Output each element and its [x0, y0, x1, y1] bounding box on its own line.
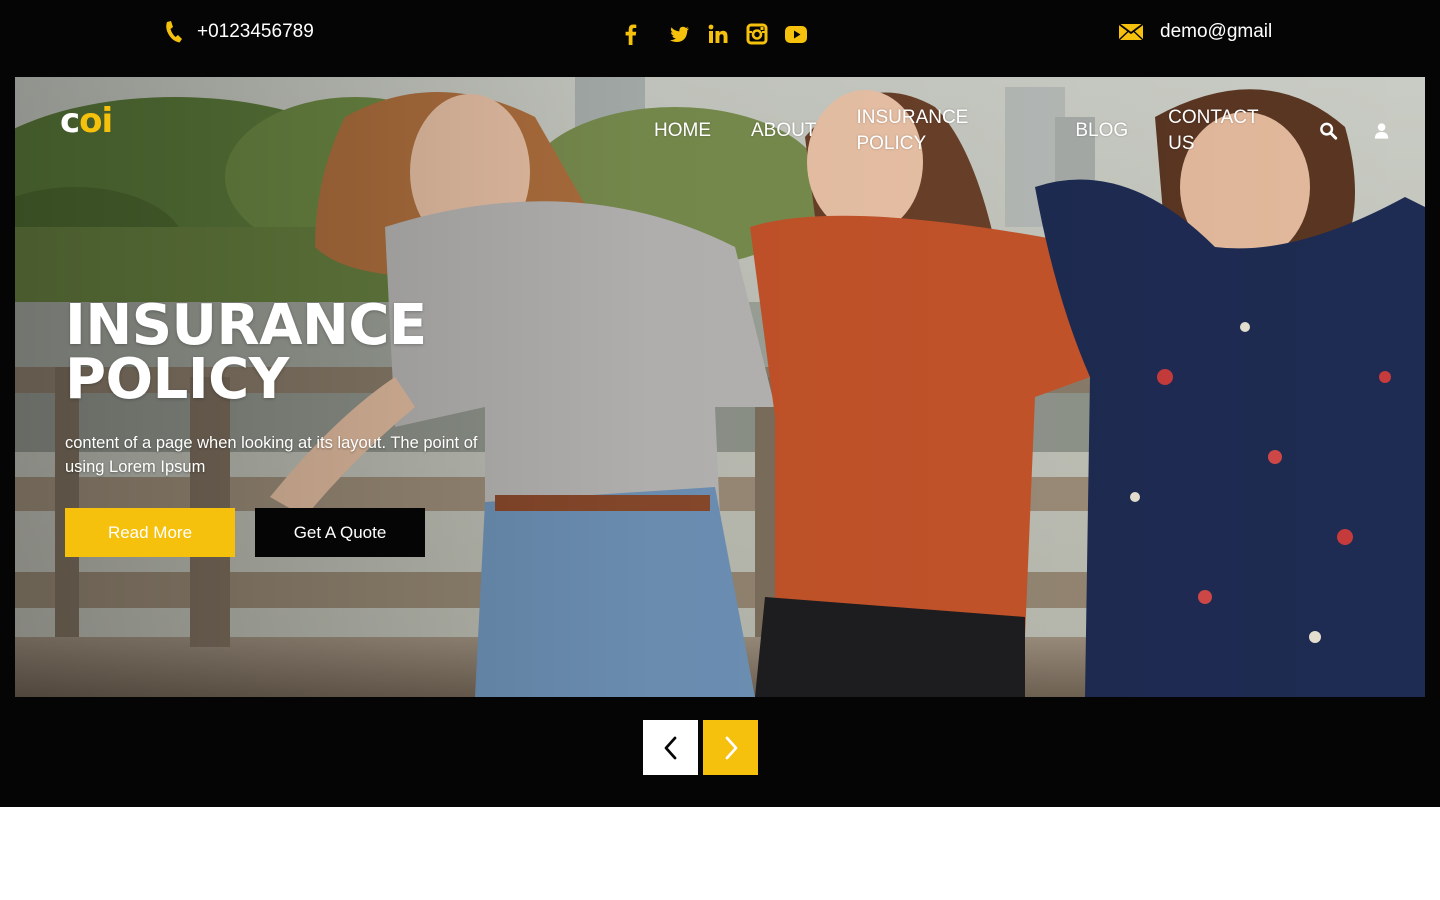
logo-part-1: c — [60, 101, 80, 141]
site-logo[interactable]: coi — [60, 99, 113, 143]
nav-about[interactable]: ABOUT — [751, 118, 816, 144]
chevron-left-icon — [664, 736, 676, 759]
read-more-button[interactable]: Read More — [65, 508, 235, 557]
user-icon[interactable] — [1372, 121, 1391, 141]
nav-insurance-policy[interactable]: INSURANCE POLICY — [856, 105, 1035, 157]
hero-subtitle: content of a page when looking at its la… — [65, 434, 478, 476]
hero-slider: coi HOME ABOUT INSURANCE POLICY BLOG CON… — [15, 77, 1425, 697]
facebook-icon[interactable] — [620, 22, 642, 46]
linkedin-icon[interactable] — [707, 22, 729, 46]
slider-next-button[interactable] — [703, 720, 758, 775]
phone-icon — [166, 21, 182, 43]
email-contact[interactable]: demo@gmail — [1118, 20, 1272, 44]
search-icon[interactable] — [1319, 121, 1338, 141]
hero-title: INSURANCE POLICY — [65, 293, 427, 412]
instagram-icon[interactable] — [746, 22, 768, 46]
phone-contact[interactable]: +0123456789 — [163, 20, 314, 44]
social-links — [620, 22, 824, 46]
main-nav: HOME ABOUT INSURANCE POLICY BLOG CONTACT… — [654, 105, 1425, 157]
get-a-quote-button[interactable]: Get A Quote — [255, 508, 425, 557]
logo-part-2: oi — [79, 101, 113, 141]
envelope-icon — [1118, 23, 1144, 41]
youtube-icon[interactable] — [785, 22, 807, 46]
slider-prev-button[interactable] — [643, 720, 698, 775]
top-info-bar: +0123456789 demo@gmail — [0, 0, 1440, 77]
twitter-icon[interactable] — [668, 22, 690, 46]
nav-contact-us[interactable]: CONTACT US — [1168, 105, 1285, 157]
phone-number: +0123456789 — [197, 21, 314, 42]
nav-home[interactable]: HOME — [654, 118, 711, 144]
nav-blog[interactable]: BLOG — [1075, 118, 1128, 144]
hero-title-line-2: POLICY — [65, 347, 289, 412]
chevron-right-icon — [725, 736, 737, 759]
email-address: demo@gmail — [1160, 21, 1273, 42]
hero-title-line-1: INSURANCE — [65, 293, 427, 358]
